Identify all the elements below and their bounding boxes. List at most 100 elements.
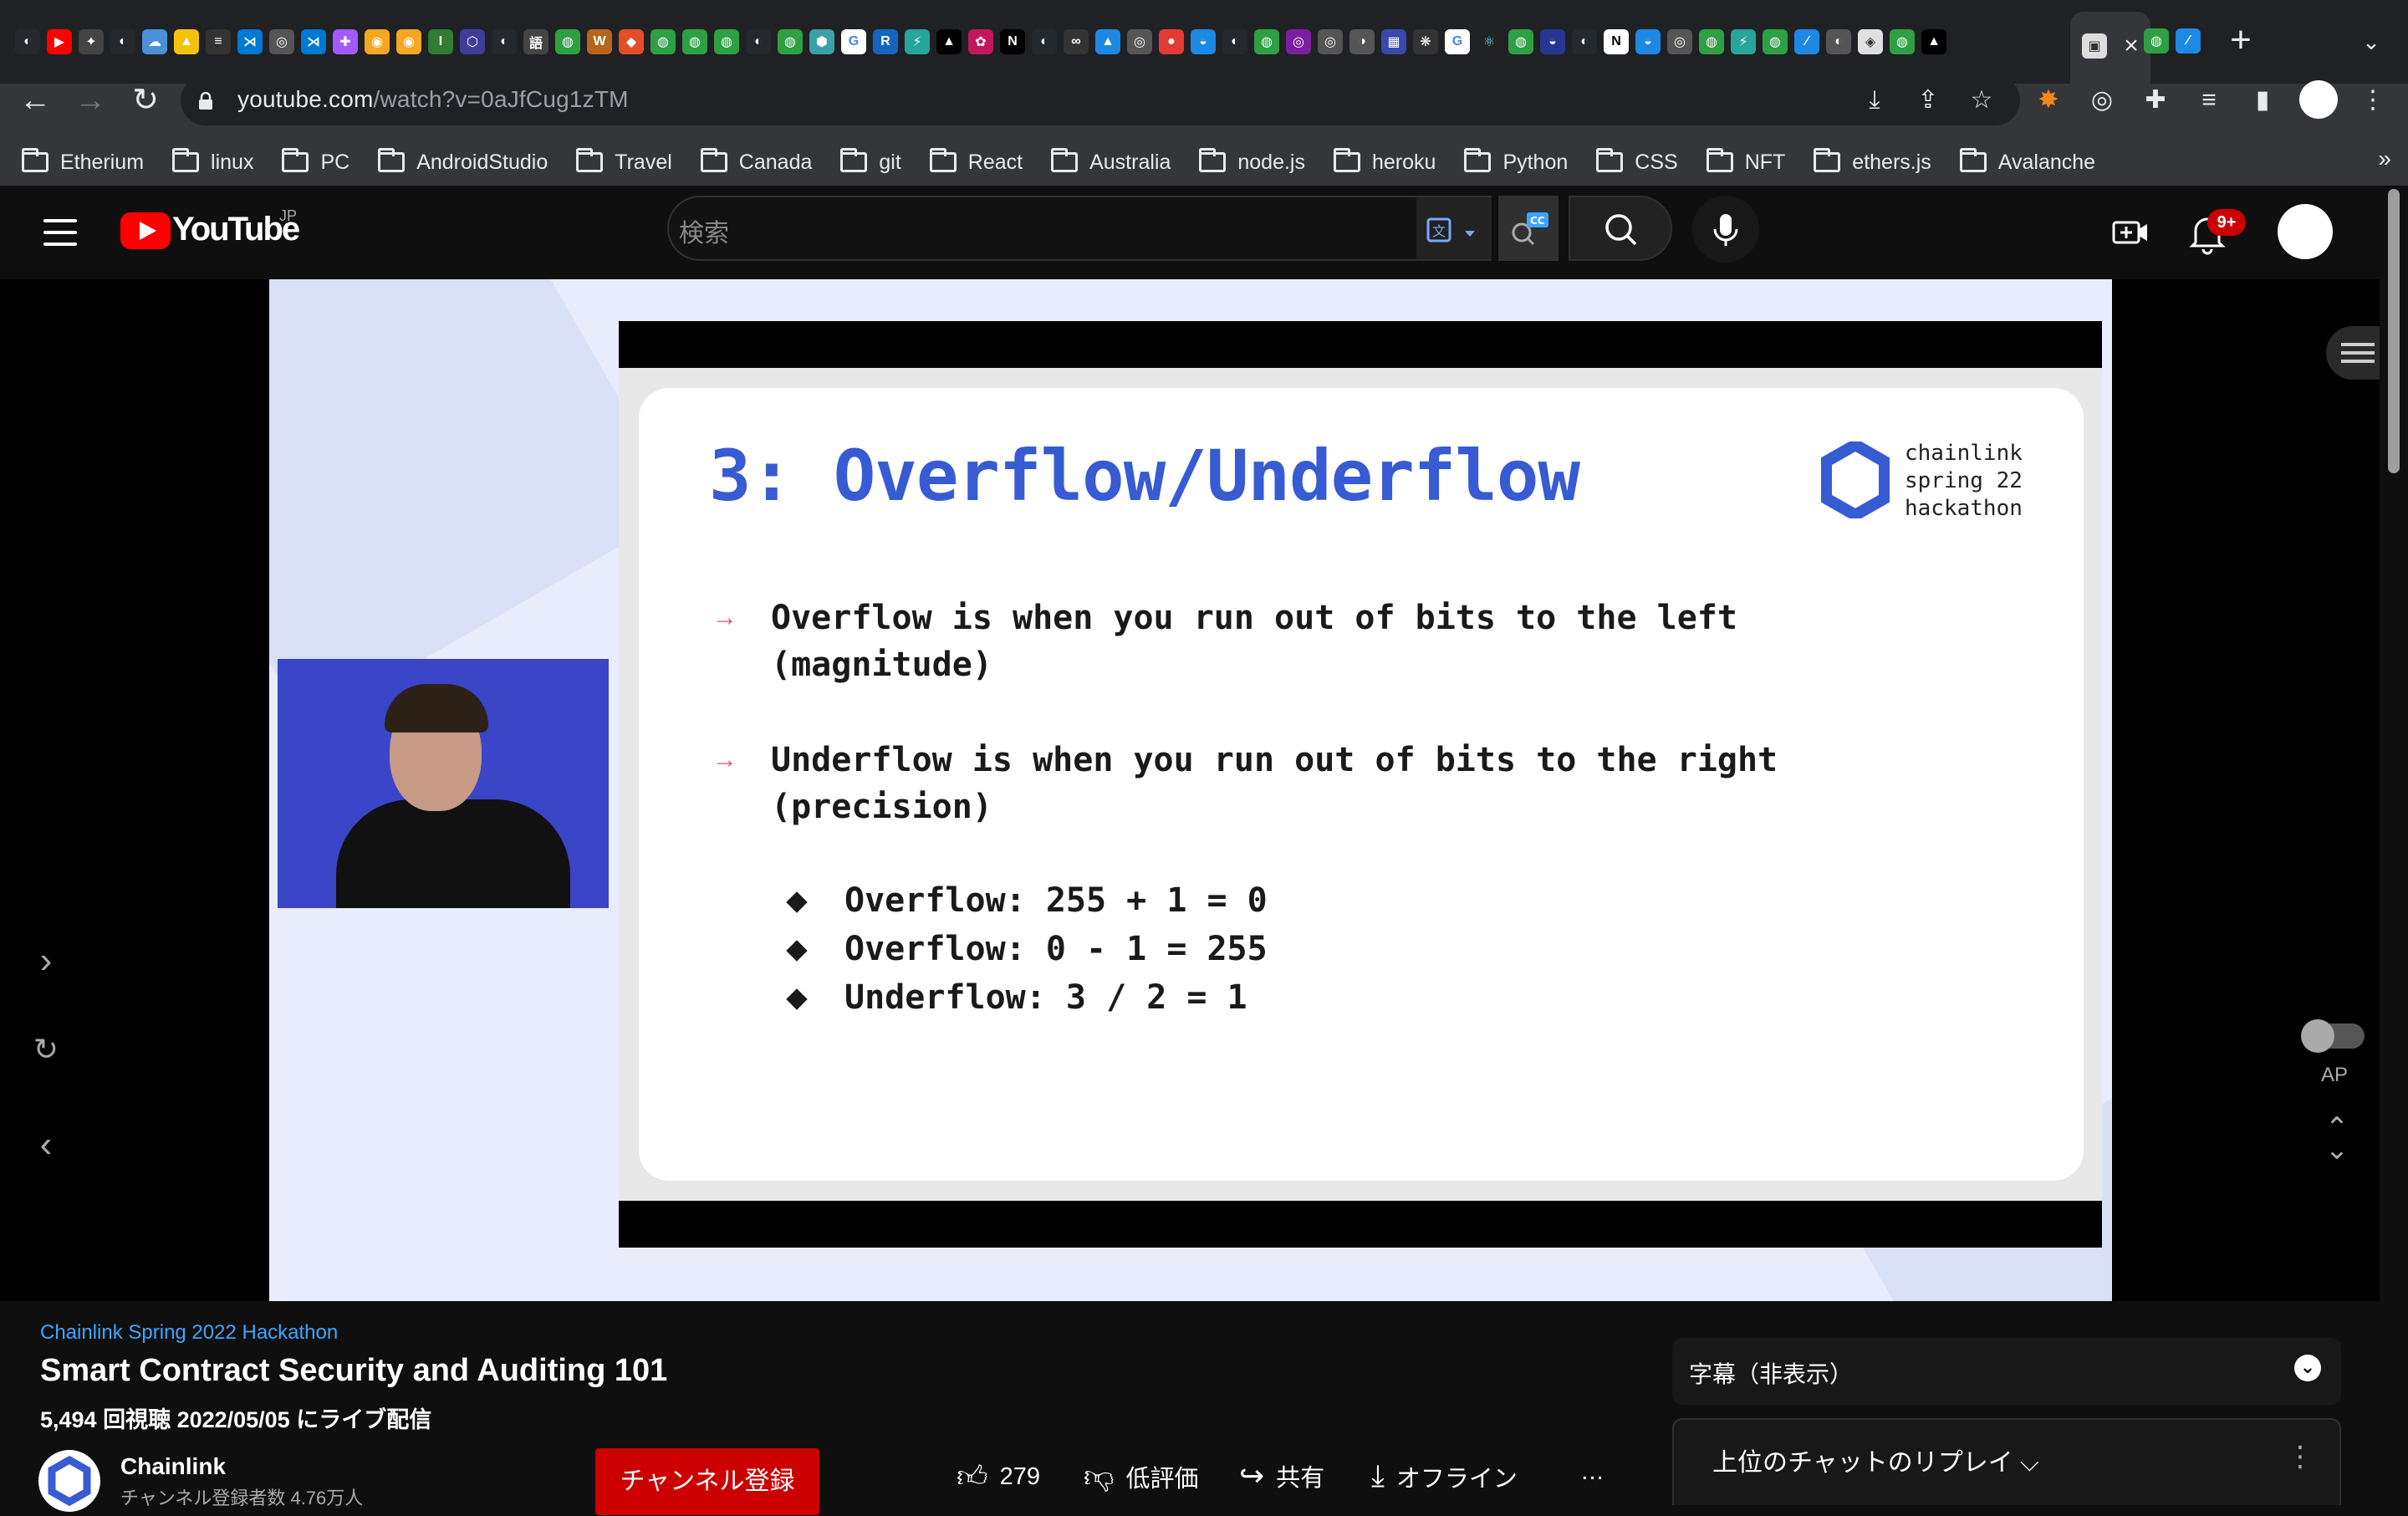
bookmark-folder[interactable]: NFT bbox=[1706, 148, 1785, 175]
bookmark-folder[interactable]: node.js bbox=[1199, 148, 1305, 175]
chevron-left-icon[interactable]: ‹ bbox=[25, 1124, 67, 1166]
react-icon[interactable]: ⚛ bbox=[1477, 29, 1502, 54]
kebab-menu-icon[interactable]: ⋮ bbox=[2356, 84, 2390, 117]
media-control-icon[interactable]: ≡ bbox=[2192, 84, 2226, 117]
expand-collapse-icon[interactable]: ⌃ ⌄ bbox=[2316, 1114, 2358, 1164]
channel-avatar[interactable] bbox=[38, 1450, 100, 1512]
chevron-down-icon[interactable]: ⌄ bbox=[2294, 1355, 2321, 1381]
app-icon[interactable]: W bbox=[587, 29, 612, 54]
chat-menu-icon[interactable]: ⋮ bbox=[2286, 1440, 2314, 1473]
notion-icon[interactable]: N bbox=[1000, 29, 1025, 54]
app-icon[interactable]: ▲ bbox=[1095, 29, 1120, 54]
app-icon[interactable]: ◍ bbox=[555, 29, 580, 54]
scrollbar-thumb[interactable] bbox=[2388, 189, 2400, 473]
puzzle-icon[interactable]: ✚ bbox=[2139, 84, 2172, 117]
app-icon[interactable]: ⚡ bbox=[1731, 29, 1756, 54]
share-icon[interactable]: ⇪ bbox=[1911, 84, 1945, 117]
app-icon[interactable]: ◍ bbox=[1699, 29, 1724, 54]
app-icon[interactable]: ● bbox=[1159, 29, 1184, 54]
chrome-icon[interactable]: ◎ bbox=[1127, 29, 1152, 54]
github-icon[interactable]: ◐ bbox=[15, 29, 40, 54]
download-button[interactable]: ⤓ オフライン bbox=[1371, 1458, 1518, 1494]
app-icon[interactable]: ◆ bbox=[619, 29, 644, 54]
voice-caption-button[interactable]: CC bbox=[1498, 196, 1559, 261]
refresh-icon[interactable]: ↻ bbox=[25, 1032, 67, 1067]
github-icon[interactable]: ◐ bbox=[1222, 29, 1247, 54]
chat-replay-mode-select[interactable]: 上位のチャットのリプレイ ⌵ bbox=[1712, 1442, 2039, 1478]
app-icon[interactable]: ❋ bbox=[1413, 29, 1438, 54]
app-icon[interactable]: ◈ bbox=[1858, 29, 1883, 54]
bookmark-star-icon[interactable]: ☆ bbox=[1965, 84, 1998, 117]
app-icon[interactable]: ◉ bbox=[396, 29, 421, 54]
bookmark-folder[interactable]: Avalanche bbox=[1959, 148, 2095, 175]
reload-icon[interactable]: ↻ bbox=[127, 82, 164, 119]
tab-close-icon[interactable]: × bbox=[2119, 33, 2144, 59]
side-panel-icon[interactable]: ▮ bbox=[2246, 84, 2279, 117]
bookmark-folder[interactable]: Canada bbox=[700, 148, 812, 175]
tab-search-chevron-icon[interactable]: ⌄ bbox=[2354, 25, 2388, 59]
app-icon[interactable]: ✿ bbox=[968, 29, 993, 54]
app-icon[interactable]: ◍ bbox=[650, 29, 676, 54]
app-icon[interactable]: ⚡ bbox=[905, 29, 930, 54]
bookmark-folder[interactable]: heroku bbox=[1333, 148, 1436, 175]
chrome-icon[interactable]: ◎ bbox=[1667, 29, 1692, 54]
input-tools-button[interactable]: 文 bbox=[1416, 196, 1492, 261]
app-icon[interactable]: ◒ bbox=[1191, 29, 1216, 54]
bookmark-folder[interactable]: git bbox=[840, 148, 901, 175]
dislike-button[interactable]: 👎︎ 低評価 bbox=[1084, 1458, 1199, 1495]
app-icon[interactable]: ◒ bbox=[1635, 29, 1661, 54]
app-icon[interactable]: ◍ bbox=[1890, 29, 1915, 54]
chrome-icon[interactable]: ◎ bbox=[269, 29, 294, 54]
github-icon[interactable]: ◐ bbox=[110, 29, 135, 54]
video-hashtag-link[interactable]: Chainlink Spring 2022 Hackathon bbox=[40, 1321, 338, 1345]
app-icon[interactable]: ◍ bbox=[1508, 29, 1533, 54]
extension-icon[interactable]: ◎ bbox=[2085, 84, 2119, 117]
forward-arrow-icon[interactable]: → bbox=[72, 82, 109, 119]
vercel-icon[interactable]: ▲ bbox=[936, 29, 962, 54]
app-icon[interactable]: ∞ bbox=[1064, 29, 1089, 54]
app-icon[interactable]: ◍ bbox=[1254, 29, 1279, 54]
github-icon[interactable]: ◐ bbox=[492, 29, 517, 54]
app-icon[interactable]: ⬡ bbox=[460, 29, 485, 54]
chevron-right-icon[interactable]: › bbox=[25, 940, 67, 982]
install-app-icon[interactable]: ⤓ bbox=[1858, 84, 1891, 117]
drive-icon[interactable]: ▲ bbox=[174, 29, 199, 54]
app-icon[interactable]: I bbox=[428, 29, 453, 54]
bookmark-folder[interactable]: linux bbox=[172, 148, 253, 175]
app-icon[interactable]: ⬢ bbox=[809, 29, 834, 54]
back-arrow-icon[interactable]: ← bbox=[17, 82, 54, 119]
app-icon[interactable]: ≡ bbox=[206, 29, 231, 54]
more-actions-button[interactable]: … bbox=[1580, 1458, 1604, 1486]
figma-icon[interactable]: ✚ bbox=[333, 29, 358, 54]
share-button[interactable]: ↪ 共有 bbox=[1239, 1458, 1324, 1493]
url-text[interactable]: youtube.com/watch?v=0aJfCug1zTM bbox=[237, 86, 629, 113]
app-icon[interactable]: ◒ bbox=[1540, 29, 1565, 54]
bookmark-folder[interactable]: Etherium bbox=[22, 148, 144, 175]
subscribe-button[interactable]: チャンネル登録 bbox=[595, 1448, 819, 1515]
bookmark-folder[interactable]: PC bbox=[282, 148, 349, 175]
bookmark-folder[interactable]: Travel bbox=[576, 148, 672, 175]
chat-toggle-button[interactable] bbox=[2326, 326, 2380, 380]
active-tab[interactable]: ▣ × bbox=[2070, 12, 2150, 84]
app-icon[interactable]: ◉ bbox=[365, 29, 390, 54]
app-icon[interactable]: ◍ bbox=[682, 29, 707, 54]
github-icon[interactable]: ◐ bbox=[1032, 29, 1057, 54]
new-tab-button[interactable]: + bbox=[2224, 22, 2258, 59]
app-icon[interactable]: ◑ bbox=[1349, 29, 1375, 54]
chrome-icon[interactable]: ◎ bbox=[1318, 29, 1343, 54]
vscode-icon[interactable]: ⋊ bbox=[237, 29, 263, 54]
bookmark-folder[interactable]: Australia bbox=[1051, 148, 1171, 175]
app-icon[interactable]: ◎ bbox=[1286, 29, 1311, 54]
app-icon[interactable]: ▦ bbox=[1381, 29, 1406, 54]
app-icon[interactable]: ◐ bbox=[1826, 29, 1851, 54]
app-icon[interactable]: ◍ bbox=[1763, 29, 1788, 54]
like-button[interactable]: 👍︎ 279 bbox=[957, 1458, 1040, 1495]
youtube-icon[interactable]: ▶ bbox=[47, 29, 72, 54]
profile-avatar[interactable] bbox=[2299, 80, 2338, 119]
app-icon[interactable]: ◍ bbox=[714, 29, 739, 54]
bookmark-folder[interactable]: CSS bbox=[1596, 148, 1678, 175]
search-button[interactable] bbox=[1569, 196, 1672, 261]
vercel-icon[interactable]: ▲ bbox=[1921, 29, 1946, 54]
app-icon[interactable]: R bbox=[873, 29, 898, 54]
bookmark-folder[interactable]: AndroidStudio bbox=[378, 148, 548, 175]
